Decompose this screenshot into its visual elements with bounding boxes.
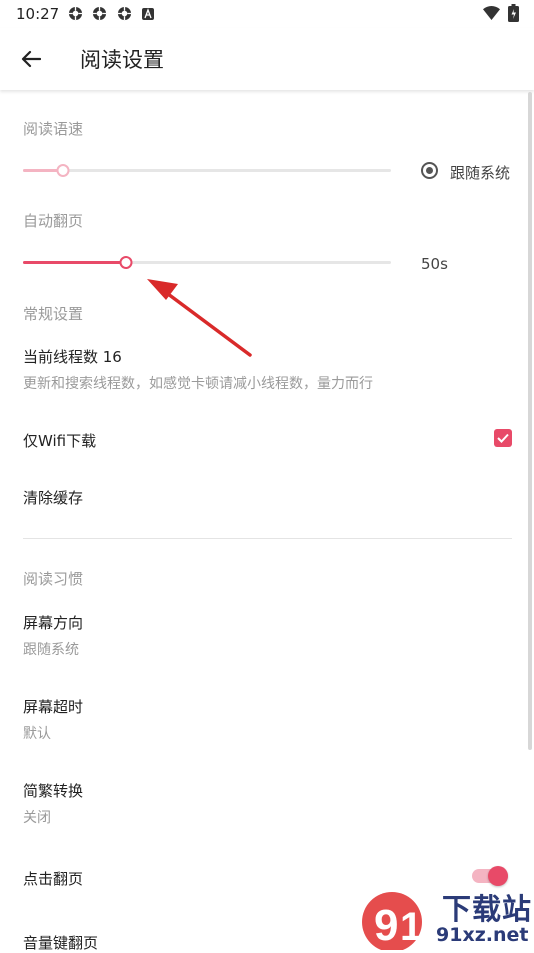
gear-icon [92,6,107,21]
divider [23,538,512,539]
wifi-only-checkbox[interactable] [494,429,512,447]
page-title: 阅读设置 [80,48,164,72]
checkmark-icon [497,433,509,443]
screen-timeout-value: 默认 [23,726,51,742]
gear-icon [117,6,132,21]
status-bar: 10:27 [0,0,534,28]
screen-timeout-title: 屏幕超时 [23,698,84,716]
tap-page-title: 点击翻页 [23,870,84,888]
conversion-title: 简繁转换 [23,782,84,800]
svg-text:9: 9 [374,901,398,950]
section-general: 常规设置 [23,305,84,323]
section-auto-page: 自动翻页 [23,212,84,230]
threads-subtitle: 更新和搜索线程数，如感觉卡顿请减小线程数，量力而行 [23,376,373,392]
conversion-value: 关闭 [23,810,51,826]
follow-system-label: 跟随系统 [450,164,511,182]
battery-icon [508,4,519,22]
follow-system-radio[interactable] [421,162,438,179]
auto-page-slider[interactable] [23,252,391,272]
section-reading-speed: 阅读语速 [23,120,84,138]
reading-speed-slider[interactable] [23,160,391,180]
orientation-value: 跟随系统 [23,642,79,658]
gear-icon [68,6,83,21]
watermark-site-name: 下载站 [442,892,533,926]
wifi-icon [483,6,500,20]
wifi-only-title: 仅Wifi下载 [23,432,97,450]
section-reading-habits: 阅读习惯 [23,570,84,588]
arrow-left-icon [21,50,41,68]
back-button[interactable] [14,42,48,76]
threads-title: 当前线程数 16 [23,348,122,366]
orientation-title: 屏幕方向 [23,614,84,632]
watermark-url: 91xz.net [436,924,529,946]
app-bar: 阅读设置 [0,28,534,90]
auto-page-value: 50s [421,255,448,273]
svg-text:1: 1 [400,905,422,949]
scrollbar[interactable] [528,92,532,750]
font-icon [142,8,154,20]
annotation-arrow [147,279,252,357]
clear-cache-item[interactable]: 清除缓存 [23,487,83,508]
status-time: 10:27 [16,5,60,23]
